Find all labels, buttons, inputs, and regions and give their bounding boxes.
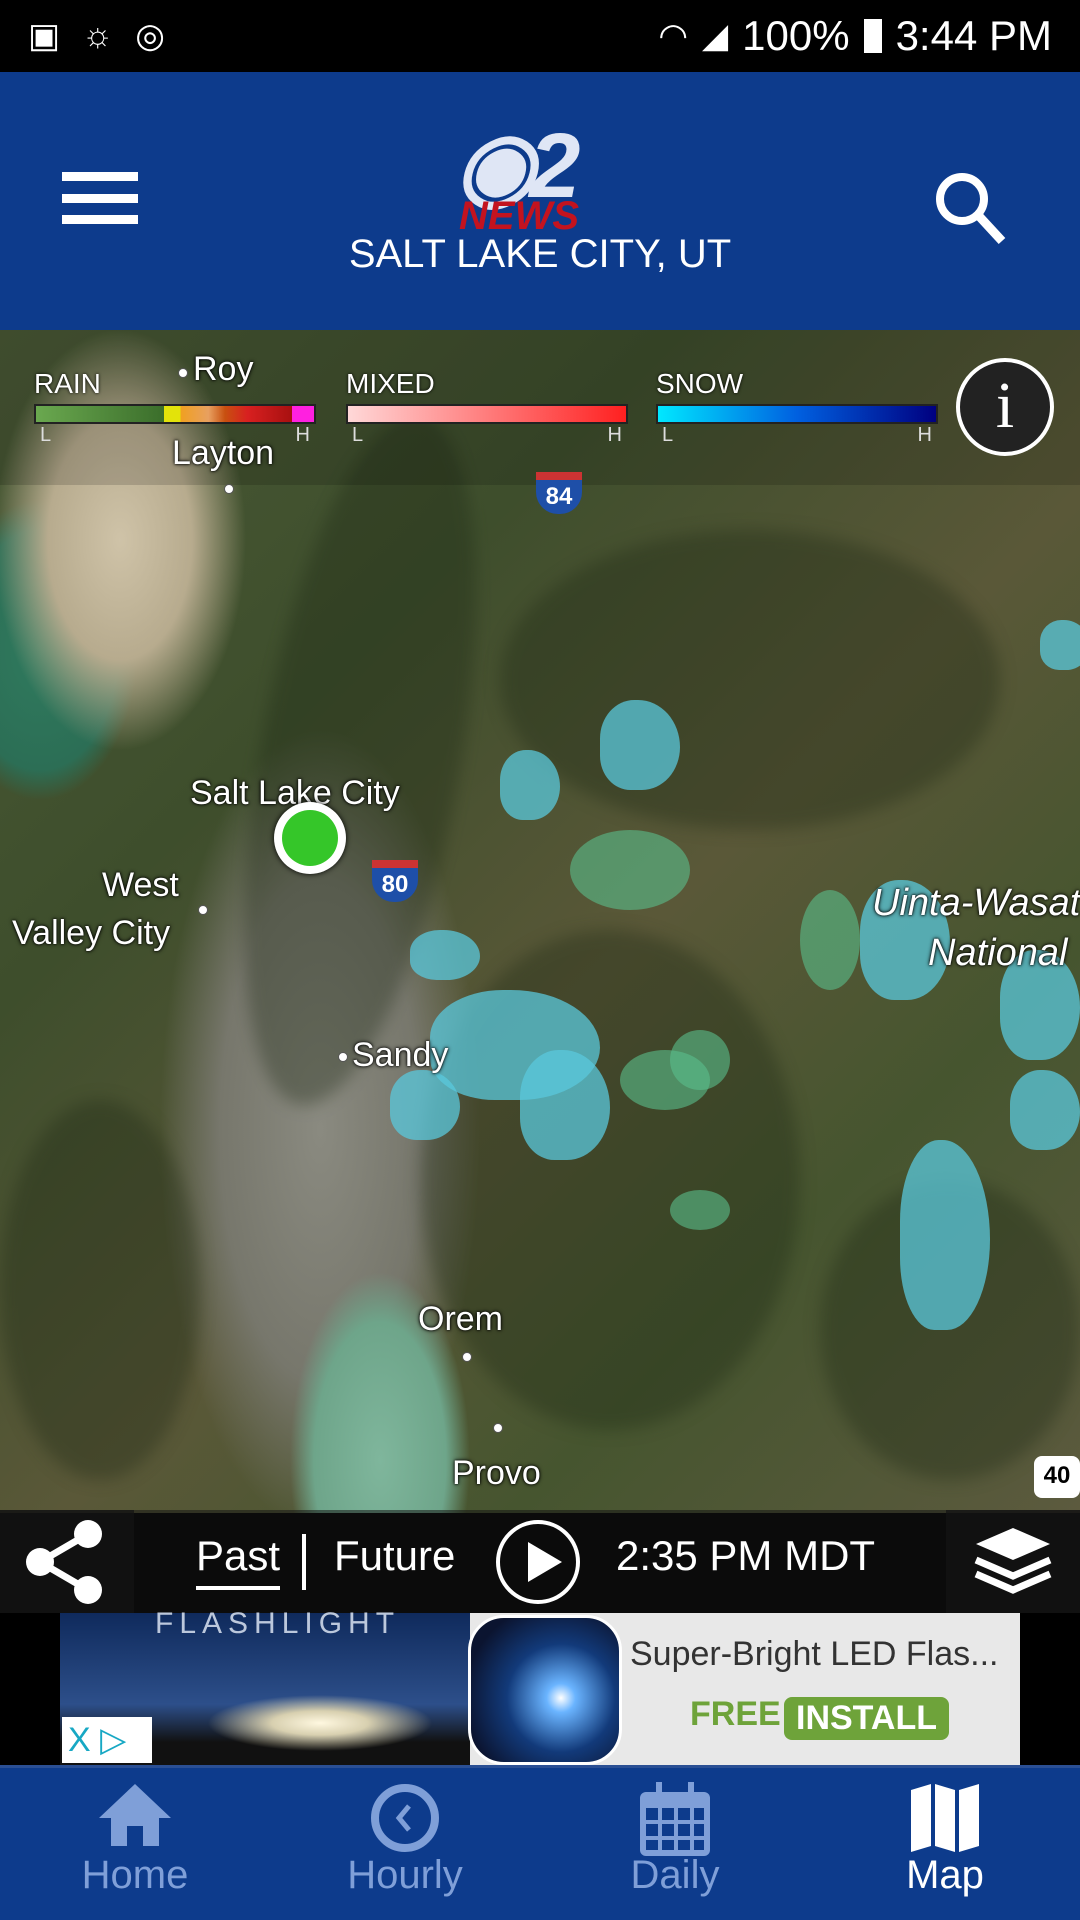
install-button[interactable]: INSTALL [784, 1697, 950, 1740]
map-label-roy: Roy [193, 350, 254, 388]
legend-mixed: MIXED LH [346, 368, 628, 447]
location-title: SALT LAKE CITY, UT [348, 232, 732, 276]
map-label-uinta-wasatch: Uinta-Wasat [872, 882, 1080, 924]
tab-past[interactable]: Past [196, 1532, 281, 1590]
interstate-80-shield: 80 [372, 860, 418, 902]
search-icon[interactable] [930, 167, 1010, 247]
radar-map[interactable]: RAIN LH MIXED LH SNOW LH i Roy Layton 84… [0, 330, 1080, 1513]
hamburger-menu-icon[interactable] [62, 172, 138, 224]
clock: 3:44 PM [895, 12, 1052, 59]
ad-free-label: FREE [690, 1695, 781, 1733]
cbs2-news-logo: ◉2 NEWS [455, 115, 580, 238]
precip-legend: RAIN LH MIXED LH SNOW LH i [0, 330, 1080, 485]
radar-timestamp: 2:35 PM MDT [616, 1532, 876, 1579]
info-icon[interactable]: i [956, 358, 1054, 456]
map-label-orem: Orem [418, 1300, 503, 1338]
gallery-icon: ▣ [28, 17, 61, 55]
share-icon[interactable] [0, 1510, 134, 1613]
map-label-west: West [102, 866, 179, 904]
us-40-shield: 40 [1034, 1456, 1080, 1498]
battery-percent: 100% [742, 12, 850, 59]
current-location-marker[interactable] [274, 802, 346, 874]
home-icon [99, 1784, 171, 1846]
map-label-provo: Provo [452, 1454, 541, 1492]
tab-future[interactable]: Future [334, 1532, 455, 1580]
map-label-layton: Layton [172, 434, 275, 472]
bottom-nav: Home Hourly Daily Map [0, 1765, 1080, 1920]
interstate-84-shield: 84 [536, 472, 582, 514]
wifi-icon: ◠ [658, 17, 688, 55]
map-label-national: National [928, 932, 1068, 974]
radar-controls: Past Future 2:35 PM MDT [0, 1510, 1080, 1613]
nav-hourly[interactable]: Hourly [270, 1768, 540, 1920]
status-bar: ▣ ☼ ◎ ◠ ◢ 100% 3:44 PM [0, 0, 1080, 72]
battery-icon [863, 19, 882, 53]
nav-map[interactable]: Map [810, 1768, 1080, 1920]
play-button[interactable] [496, 1520, 580, 1604]
ad-banner[interactable]: FLASHLIGHT X ▷ Super-Bright LED Flas... … [60, 1607, 1020, 1765]
sync-icon: ◎ [135, 17, 165, 55]
clock-icon [371, 1784, 439, 1852]
legend-snow: SNOW LH [656, 368, 938, 447]
app-header: ◉2 NEWS SALT LAKE CITY, UT [0, 72, 1080, 330]
map-label-valley-city: Valley City [12, 914, 171, 952]
layers-icon[interactable] [946, 1510, 1080, 1613]
signal-icon: ◢ [702, 17, 729, 55]
nav-daily[interactable]: Daily [540, 1768, 810, 1920]
ad-title: Super-Bright LED Flas... [630, 1635, 999, 1673]
app-icon [468, 1615, 622, 1765]
map-icon [911, 1784, 979, 1852]
adchoices-icon[interactable]: X ▷ [62, 1717, 152, 1763]
weather-icon: ☼ [82, 16, 114, 54]
divider [302, 1534, 306, 1590]
ad-container: FLASHLIGHT X ▷ Super-Bright LED Flas... … [0, 1607, 1080, 1765]
calendar-icon [640, 1782, 710, 1856]
nav-home[interactable]: Home [0, 1768, 270, 1920]
map-label-sandy: Sandy [352, 1036, 449, 1074]
